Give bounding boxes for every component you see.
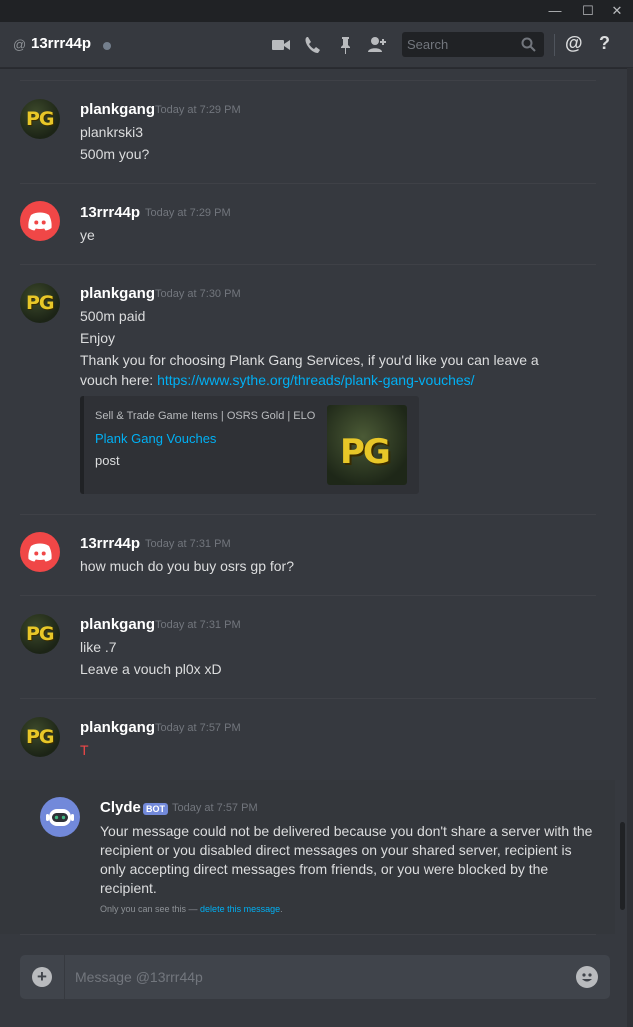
message-input[interactable]: Message @13rrr44p bbox=[75, 969, 203, 985]
clyde-message-text: Your message could not be delivered beca… bbox=[100, 823, 593, 896]
composer-separator bbox=[64, 955, 65, 999]
message-divider bbox=[20, 514, 596, 515]
channel-header: @ 13rrr44p Search @ ? bbox=[0, 22, 633, 68]
vouch-link[interactable]: https://www.sythe.org/threads/plank-gang… bbox=[157, 372, 475, 388]
link-embed: Sell & Trade Game Items | OSRS Gold | EL… bbox=[80, 396, 419, 494]
message-text: ye bbox=[80, 227, 95, 243]
message-author[interactable]: 13rrr44p bbox=[80, 535, 140, 552]
ephemeral-note: Only you can see this — delete this mess… bbox=[100, 904, 283, 914]
search-icon bbox=[521, 37, 536, 52]
message-text: Thank you for choosing Plank Gang Servic… bbox=[80, 352, 539, 368]
embed-title-link[interactable]: Plank Gang Vouches bbox=[95, 431, 216, 446]
message-divider bbox=[20, 595, 596, 596]
message-divider bbox=[20, 264, 596, 265]
message-text: 500m you? bbox=[80, 146, 150, 162]
message-author[interactable]: 13rrr44p bbox=[80, 204, 140, 221]
maximize-button[interactable]: ☐ bbox=[577, 0, 599, 22]
chat-scrollbar[interactable] bbox=[620, 822, 625, 910]
embed-thumbnail[interactable]: PG bbox=[327, 405, 407, 485]
embed-description: post bbox=[95, 453, 120, 468]
message-divider bbox=[20, 80, 596, 81]
message-author[interactable]: plankgang bbox=[80, 616, 155, 633]
message-timestamp: Today at 7:31 PM bbox=[145, 538, 231, 550]
status-indicator bbox=[103, 42, 111, 50]
search-placeholder: Search bbox=[407, 37, 449, 52]
message-text: how much do you buy osrs gp for? bbox=[80, 558, 295, 574]
clyde-author[interactable]: Clyde bbox=[100, 799, 141, 816]
message-timestamp: Today at 7:31 PM bbox=[155, 619, 241, 631]
emoji-picker-icon[interactable] bbox=[576, 966, 598, 988]
dm-recipient-name[interactable]: 13rrr44p bbox=[31, 35, 91, 52]
message-text: Leave a vouch pl0x xD bbox=[80, 661, 222, 677]
member-panel-edge bbox=[627, 68, 633, 1027]
at-icon: @ bbox=[13, 37, 27, 52]
message-author[interactable]: plankgang bbox=[80, 285, 155, 302]
avatar[interactable] bbox=[20, 532, 60, 572]
clyde-avatar[interactable] bbox=[40, 797, 80, 837]
message-text: Enjoy bbox=[80, 330, 116, 346]
close-button[interactable]: ✕ bbox=[606, 0, 628, 22]
discord-logo-icon bbox=[28, 543, 52, 562]
avatar[interactable]: PG bbox=[20, 283, 60, 323]
message-timestamp: Today at 7:29 PM bbox=[155, 104, 241, 116]
failed-message-text: T bbox=[80, 742, 89, 758]
message-divider bbox=[20, 183, 596, 184]
message-timestamp: Today at 7:30 PM bbox=[155, 288, 241, 300]
avatar[interactable]: PG bbox=[20, 99, 60, 139]
clyde-robot-icon bbox=[46, 809, 74, 826]
avatar[interactable]: PG bbox=[20, 717, 60, 757]
add-friend-icon[interactable] bbox=[367, 35, 387, 55]
clyde-bot-message: Clyde BOT Today at 7:57 PM Your message … bbox=[0, 780, 615, 934]
message-timestamp: Today at 7:57 PM bbox=[155, 722, 241, 734]
ephemeral-note-suffix: . bbox=[280, 904, 283, 914]
minimize-button[interactable]: — bbox=[544, 0, 566, 22]
avatar[interactable]: PG bbox=[20, 614, 60, 654]
pin-icon[interactable] bbox=[335, 35, 355, 55]
message-author[interactable]: plankgang bbox=[80, 101, 155, 118]
header-separator bbox=[554, 34, 555, 56]
delete-message-link[interactable]: delete this message bbox=[200, 904, 280, 914]
upload-button[interactable]: + bbox=[32, 967, 52, 987]
window-titlebar: — ☐ ✕ bbox=[0, 0, 633, 22]
message-text: 500m paid bbox=[80, 308, 146, 324]
ephemeral-note-text: Only you can see this — bbox=[100, 904, 201, 914]
message-composer: + Message @13rrr44p bbox=[20, 955, 610, 999]
message-timestamp: Today at 7:57 PM bbox=[172, 802, 258, 814]
video-call-icon[interactable] bbox=[271, 35, 291, 55]
message-text: plankrski3 bbox=[80, 124, 144, 140]
help-icon[interactable]: ? bbox=[599, 33, 610, 54]
search-input[interactable]: Search bbox=[402, 32, 544, 57]
bot-tag: BOT bbox=[143, 803, 168, 815]
message-text: vouch here: https://www.sythe.org/thread… bbox=[80, 372, 475, 388]
voice-call-icon[interactable] bbox=[303, 35, 323, 55]
embed-provider: Sell & Trade Game Items | OSRS Gold | EL… bbox=[95, 410, 316, 422]
message-divider bbox=[20, 934, 596, 935]
message-author[interactable]: plankgang bbox=[80, 719, 155, 736]
mention-icon[interactable]: @ bbox=[565, 33, 583, 54]
discord-logo-icon bbox=[28, 212, 52, 231]
message-divider bbox=[20, 698, 596, 699]
message-timestamp: Today at 7:29 PM bbox=[145, 207, 231, 219]
avatar[interactable] bbox=[20, 201, 60, 241]
message-text: like .7 bbox=[80, 639, 117, 655]
